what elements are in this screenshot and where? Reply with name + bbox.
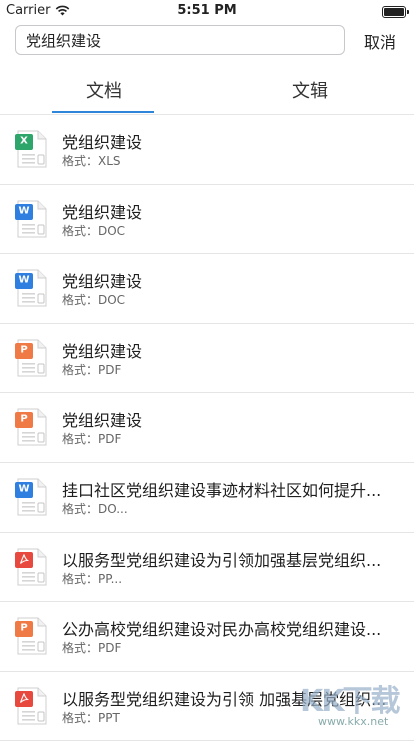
list-item[interactable]: P 公办高校党组织建设对民办高校党组织建设... 格式：PDF bbox=[0, 602, 414, 672]
status-bar: Carrier 5:51 PM bbox=[0, 0, 414, 22]
svg-text:P: P bbox=[20, 414, 27, 425]
list-item[interactable]: W 党组织建设 格式：DOC bbox=[0, 254, 414, 324]
result-list: X 党组织建设 格式：XLS W 党组织建设 格式：DOC W 党组织建设 格式：DOC P 党组织… bbox=[0, 115, 414, 741]
watermark-logo: KK下载 www.kkx.net bbox=[298, 672, 410, 732]
document-format: 格式：XLS bbox=[62, 154, 121, 168]
list-item[interactable]: W 挂口社区党组织建设事迹材料社区如何提升... 格式：DO... bbox=[0, 463, 414, 533]
doc-file-icon: W bbox=[15, 478, 47, 516]
search-bar: 取消 bbox=[0, 22, 414, 60]
svg-text:W: W bbox=[18, 274, 29, 285]
list-item[interactable]: P 党组织建设 格式：PDF bbox=[0, 324, 414, 394]
xls-file-icon: X bbox=[15, 130, 47, 168]
ppt-file-icon: P bbox=[15, 408, 47, 446]
svg-text:W: W bbox=[18, 205, 29, 216]
watermark-url: www.kkx.net bbox=[318, 715, 389, 728]
document-format: 格式：DOC bbox=[62, 223, 126, 238]
svg-text:P: P bbox=[20, 344, 27, 355]
search-field[interactable] bbox=[15, 25, 345, 55]
svg-text:P: P bbox=[20, 622, 27, 633]
document-title: 党组织建设 bbox=[62, 202, 143, 222]
document-title: 党组织建设 bbox=[62, 272, 143, 292]
list-item[interactable]: 以服务型党组织建设为引领加强基层党组织... 格式：PP... bbox=[0, 533, 414, 603]
document-format: 格式：PDF bbox=[62, 432, 122, 447]
document-format: 格式：PDF bbox=[62, 641, 122, 656]
document-title: 党组织建设 bbox=[62, 133, 143, 152]
document-format: 格式：PPT bbox=[62, 710, 120, 725]
document-format: 格式：DOC bbox=[62, 293, 126, 308]
pdf-file-icon bbox=[15, 548, 47, 586]
tab-collections[interactable]: 文辑 bbox=[258, 77, 362, 103]
document-title: 挂口社区党组织建设事迹材料社区如何提升... bbox=[62, 480, 382, 500]
search-input[interactable] bbox=[26, 31, 344, 49]
document-format: 格式：PP... bbox=[62, 571, 123, 586]
list-item[interactable]: X 党组织建设格式：XLS bbox=[0, 115, 414, 185]
battery-icon bbox=[382, 6, 409, 18]
doc-file-icon: W bbox=[15, 269, 47, 307]
active-tab-indicator bbox=[52, 111, 154, 113]
document-title: 党组织建设 bbox=[62, 411, 143, 431]
watermark-text: KK下载 bbox=[300, 684, 400, 719]
ppt-file-icon: P bbox=[15, 617, 47, 655]
document-format: 格式：PDF bbox=[62, 362, 122, 377]
status-time: 5:51 PM bbox=[177, 3, 237, 18]
document-title: 公办高校党组织建设对民办高校党组织建设... bbox=[62, 620, 382, 640]
pdf-file-icon bbox=[15, 687, 47, 725]
cancel-button[interactable]: 取消 bbox=[355, 29, 405, 53]
document-format: 格式：DO... bbox=[62, 501, 128, 516]
document-title: 党组织建设 bbox=[62, 341, 143, 361]
ppt-file-icon: P bbox=[15, 339, 47, 377]
doc-file-icon: W bbox=[15, 200, 47, 238]
document-title: 以服务型党组织建设为引领加强基层党组织... bbox=[62, 550, 382, 570]
svg-text:X: X bbox=[20, 135, 28, 146]
tab-bar: 文档 文辑 bbox=[0, 65, 414, 115]
svg-text:W: W bbox=[18, 483, 29, 494]
list-item[interactable]: W 党组织建设 格式：DOC bbox=[0, 185, 414, 255]
list-item[interactable]: P 党组织建设 格式：PDF bbox=[0, 393, 414, 463]
tab-documents[interactable]: 文档 bbox=[52, 77, 156, 103]
